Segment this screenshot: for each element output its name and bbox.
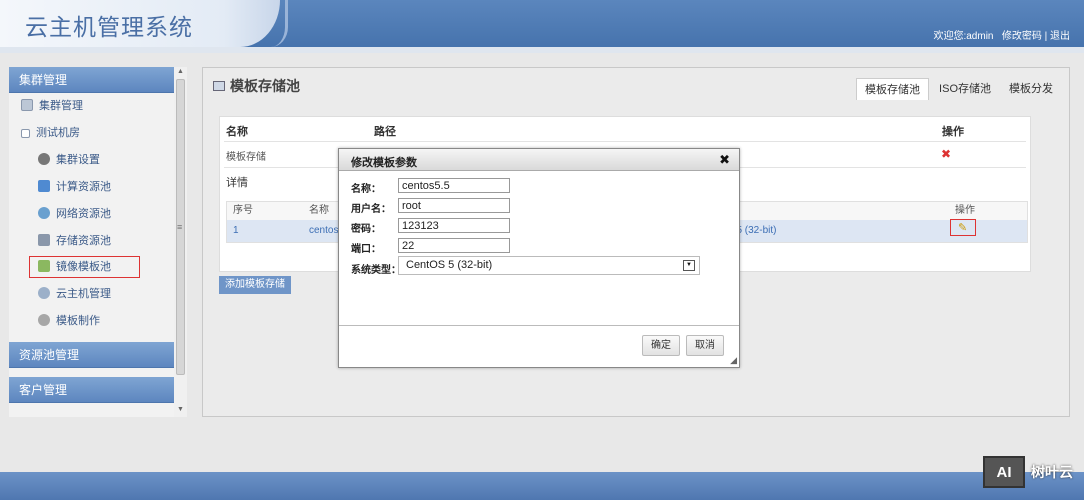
- cluster-icon: [21, 99, 33, 111]
- tab-bar: 模板存储池 ISO存储池 模板分发: [856, 78, 1061, 100]
- name-field[interactable]: [398, 178, 510, 193]
- os-type-value: CentOS 5 (32-bit): [406, 259, 493, 271]
- sidebar-item-label: 集群管理: [39, 100, 83, 112]
- expand-icon: [21, 129, 30, 138]
- sidebar-section-customer[interactable]: 客户管理: [9, 377, 174, 403]
- sidebar-item-cluster-settings[interactable]: 集群设置: [38, 150, 100, 170]
- name-label: 名称：: [351, 184, 381, 195]
- sidebar-item-compute-pool[interactable]: 计算资源池: [38, 177, 111, 197]
- edit-template-dialog: 修改模板参数 ✖ 名称： 用户名： 密码： 端口： 系统类型： CentOS 5…: [338, 148, 740, 368]
- add-template-storage-button[interactable]: 添加模板存储: [219, 276, 291, 294]
- logo-area: 云主机管理系统: [0, 0, 288, 47]
- sidebar-item-label: 测试机房: [36, 127, 80, 139]
- confirm-button[interactable]: 确定: [642, 335, 680, 356]
- sidebar-section-cluster[interactable]: 集群管理: [9, 67, 174, 93]
- pencil-icon[interactable]: ✎: [958, 221, 967, 234]
- user-links: 欢迎您:admin 修改密码 | 退出: [933, 27, 1070, 42]
- sidebar-item-label: 存储资源池: [56, 235, 111, 247]
- gear-icon: [38, 153, 50, 165]
- edit-highlight[interactable]: ✎: [950, 219, 976, 236]
- storage-icon: [38, 234, 50, 246]
- tab-iso-storage[interactable]: ISO存储池: [931, 78, 999, 100]
- template-make-icon: [38, 314, 50, 326]
- column-header-name: 名称: [226, 126, 248, 138]
- watermark-logo: AI: [983, 456, 1025, 488]
- storage-row-name: 模板存储: [226, 152, 266, 163]
- os-type-select[interactable]: CentOS 5 (32-bit) ▼: [398, 256, 700, 275]
- column-header-action: 操作: [942, 126, 964, 138]
- detail-header-index: 序号: [233, 205, 253, 216]
- scroll-down-icon[interactable]: ▼: [177, 406, 184, 413]
- password-field[interactable]: [398, 218, 510, 233]
- resize-handle-icon[interactable]: ◢: [730, 355, 737, 366]
- port-field[interactable]: [398, 238, 510, 253]
- delete-icon[interactable]: ✖: [941, 147, 951, 161]
- logout-link[interactable]: 退出: [1050, 31, 1070, 42]
- username-label: 用户名：: [351, 204, 391, 215]
- tab-template-storage[interactable]: 模板存储池: [856, 78, 930, 100]
- chevron-down-icon[interactable]: ▼: [683, 260, 695, 271]
- change-password-link[interactable]: 修改密码: [1002, 31, 1042, 42]
- page-title-text: 模板存储池: [230, 78, 300, 94]
- sidebar: 集群管理 集群管理 测试机房 集群设置 计算资源池 网络资源池 存储资源池 镜像…: [9, 67, 174, 417]
- os-type-label: 系统类型：: [351, 265, 401, 276]
- divider: [224, 141, 1026, 142]
- header-subbar: [0, 47, 1084, 53]
- sidebar-item-vm-management[interactable]: 云主机管理: [38, 284, 111, 304]
- app-title: 云主机管理系统: [25, 15, 193, 41]
- password-label: 密码：: [351, 224, 381, 235]
- watermark: AI 树叶云: [983, 454, 1073, 490]
- port-label: 端口：: [351, 244, 381, 255]
- vm-icon: [38, 287, 50, 299]
- sidebar-item-label: 集群设置: [56, 154, 100, 166]
- dialog-title: 修改模板参数: [351, 157, 417, 169]
- sidebar-item-template-make[interactable]: 模板制作: [38, 311, 100, 331]
- sidebar-item-network-pool[interactable]: 网络资源池: [38, 204, 111, 224]
- dialog-divider: [339, 325, 739, 326]
- watermark-text: 树叶云: [1031, 464, 1073, 480]
- sidebar-item-label: 云主机管理: [56, 288, 111, 300]
- selected-item-highlight: [29, 256, 140, 278]
- grip-icon: ≡: [177, 222, 183, 232]
- detail-header-name: 名称: [309, 205, 329, 216]
- detail-header-action: 操作: [955, 205, 975, 216]
- sidebar-item-label: 模板制作: [56, 315, 100, 327]
- tab-template-distribute[interactable]: 模板分发: [1001, 78, 1061, 100]
- compute-icon: [38, 180, 50, 192]
- link-separator: |: [1044, 31, 1048, 42]
- page-title: 模板存储池: [213, 76, 300, 96]
- username-field[interactable]: [398, 198, 510, 213]
- sidebar-item-label: 计算资源池: [56, 181, 111, 193]
- sidebar-section-resource-pool[interactable]: 资源池管理: [9, 342, 174, 368]
- close-icon[interactable]: ✖: [719, 152, 730, 168]
- scroll-up-icon[interactable]: ▲: [177, 68, 184, 75]
- sidebar-item-test-room[interactable]: 测试机房: [21, 123, 80, 143]
- sidebar-item-label: 网络资源池: [56, 208, 111, 220]
- monitor-icon: [213, 81, 225, 91]
- column-header-path: 路径: [374, 126, 396, 138]
- network-icon: [38, 207, 50, 219]
- detail-row-index: 1: [233, 225, 239, 236]
- detail-row-name: centos: [309, 225, 339, 236]
- sidebar-item-storage-pool[interactable]: 存储资源池: [38, 231, 111, 251]
- dialog-header[interactable]: 修改模板参数 ✖: [339, 149, 739, 171]
- footer-bar: [0, 472, 1084, 500]
- top-header: 云主机管理系统 欢迎您:admin 修改密码 | 退出: [0, 0, 1084, 47]
- cancel-button[interactable]: 取消: [686, 335, 724, 356]
- details-label: 详情: [226, 177, 248, 189]
- sidebar-item-cluster-management[interactable]: 集群管理: [21, 96, 83, 116]
- sidebar-scrollbar[interactable]: ▲ ≡ ▼: [174, 67, 187, 417]
- welcome-text: 欢迎您:admin: [933, 31, 994, 42]
